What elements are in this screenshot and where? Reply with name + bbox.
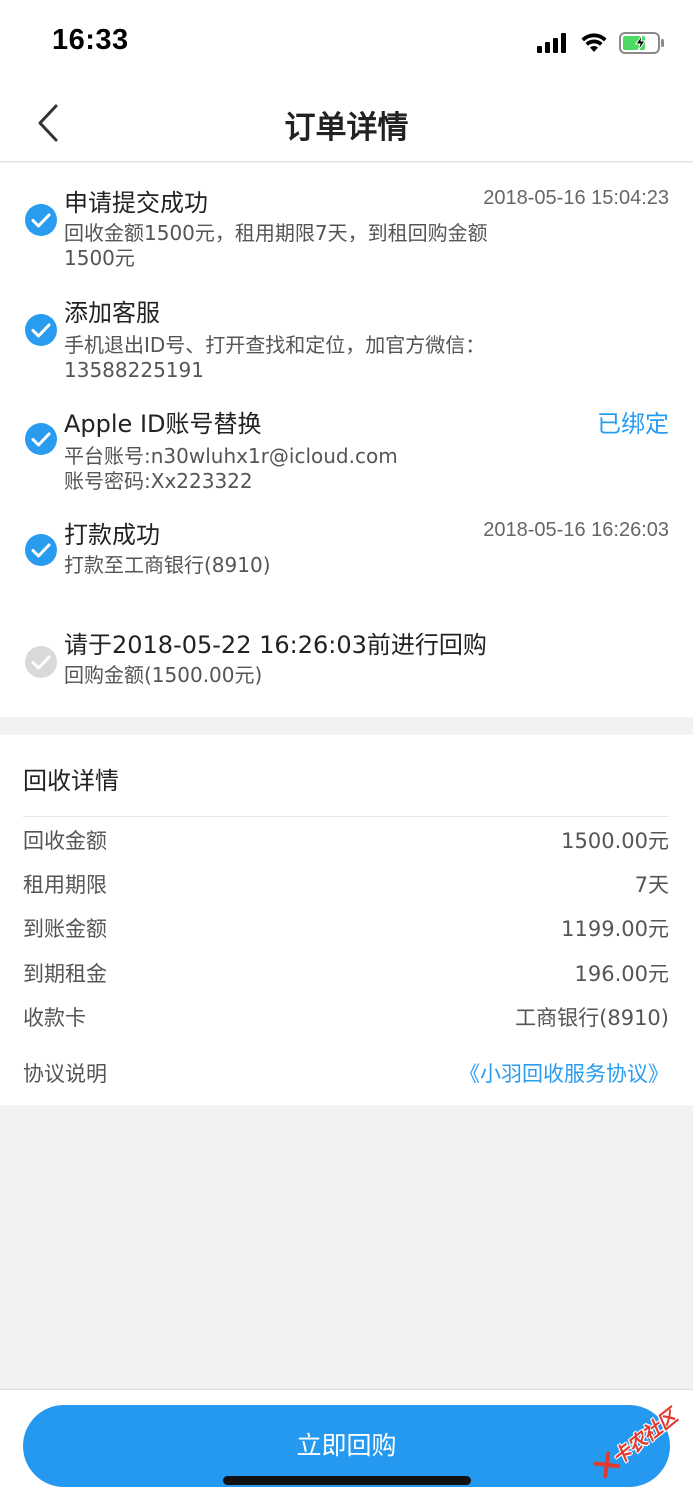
step-title: 请于2018-05-22 16:26:03前进行回购: [64, 631, 487, 659]
home-indicator[interactable]: [223, 1476, 471, 1485]
step-desc-line: 账号密码:Xx223322: [64, 469, 253, 493]
step-time: 2018-05-16 16:26:03: [483, 519, 669, 541]
battery-charging-icon: [619, 32, 664, 54]
status-icons: [537, 30, 665, 56]
step-desc-line: 手机退出ID号、打开查找和定位，加官方微信：: [64, 333, 486, 357]
check-circle-icon: [25, 204, 57, 236]
agreement-link[interactable]: 《小羽回收服务协议》: [459, 1058, 669, 1088]
step-description: 回购金额(1500.00元): [64, 663, 554, 688]
detail-label: 到期租金: [23, 962, 107, 986]
nav-bar: 订单详情: [0, 86, 693, 162]
signal-icon: [537, 33, 566, 53]
step-desc-line: 平台账号:n30wluhx1r@icloud.com: [64, 444, 398, 468]
detail-value: 1500.00元: [561, 829, 669, 853]
detail-value: 196.00元: [574, 962, 669, 986]
step-description: 回收金额1500元，租用期限7天，到租回购金额 1500元: [64, 221, 554, 271]
detail-label: 到账金额: [23, 917, 107, 941]
detail-value: 1199.00元: [561, 917, 669, 941]
step-time: 2018-05-16 15:04:23: [483, 187, 669, 209]
step-title: 申请提交成功: [64, 189, 208, 217]
order-timeline: 申请提交成功 2018-05-16 15:04:23 回收金额1500元，租用期…: [0, 163, 693, 717]
check-circle-icon: [25, 314, 57, 346]
step-description: 手机退出ID号、打开查找和定位，加官方微信： 13588225191: [64, 333, 554, 383]
recycle-details-card: 回收详情 回收金额 1500.00元 租用期限 7天 到账金额 1199.00元…: [0, 735, 693, 1105]
detail-value: 工商银行(8910): [515, 1006, 669, 1030]
detail-row: 收款卡 工商银行(8910): [23, 1002, 669, 1032]
step-title: Apple ID账号替换: [64, 410, 262, 438]
step-description: 平台账号:n30wluhx1r@icloud.com 账号密码:Xx223322: [64, 444, 554, 494]
step-desc-line: 回收金额1500元，租用期限7天，到租回购金额: [64, 221, 488, 245]
agreement-row: 协议说明 《小羽回收服务协议》: [23, 1058, 669, 1088]
check-circle-pending-icon: [25, 646, 57, 678]
step-desc-line: 回购金额(1500.00元): [64, 663, 263, 687]
detail-value: 7天: [634, 873, 669, 897]
status-time: 16:33: [52, 24, 129, 56]
detail-label: 租用期限: [23, 873, 107, 897]
section-title: 回收详情: [23, 767, 119, 795]
buyback-now-button[interactable]: 立即回购: [23, 1405, 670, 1487]
agreement-label: 协议说明: [23, 1062, 107, 1086]
detail-label: 回收金额: [23, 829, 107, 853]
detail-row: 租用期限 7天: [23, 869, 669, 899]
detail-row: 到期租金 196.00元: [23, 958, 669, 988]
step-title: 添加客服: [64, 299, 160, 327]
page-title: 订单详情: [284, 110, 409, 146]
detail-label: 收款卡: [23, 1006, 86, 1030]
status-bar: 16:33: [0, 0, 693, 86]
step-title: 打款成功: [64, 521, 160, 549]
divider: [23, 816, 669, 817]
detail-row: 回收金额 1500.00元: [23, 825, 669, 855]
check-circle-icon: [25, 534, 57, 566]
detail-row: 到账金额 1199.00元: [23, 913, 669, 943]
wifi-icon: [581, 33, 607, 52]
step-desc-line: 打款至工商银行(8910): [64, 553, 271, 577]
step-description: 打款至工商银行(8910): [64, 553, 554, 578]
step-desc-line: 1500元: [64, 246, 135, 270]
bound-status-link[interactable]: 已绑定: [597, 404, 669, 439]
step-desc-line: 13588225191: [64, 358, 204, 382]
check-circle-icon: [25, 423, 57, 455]
